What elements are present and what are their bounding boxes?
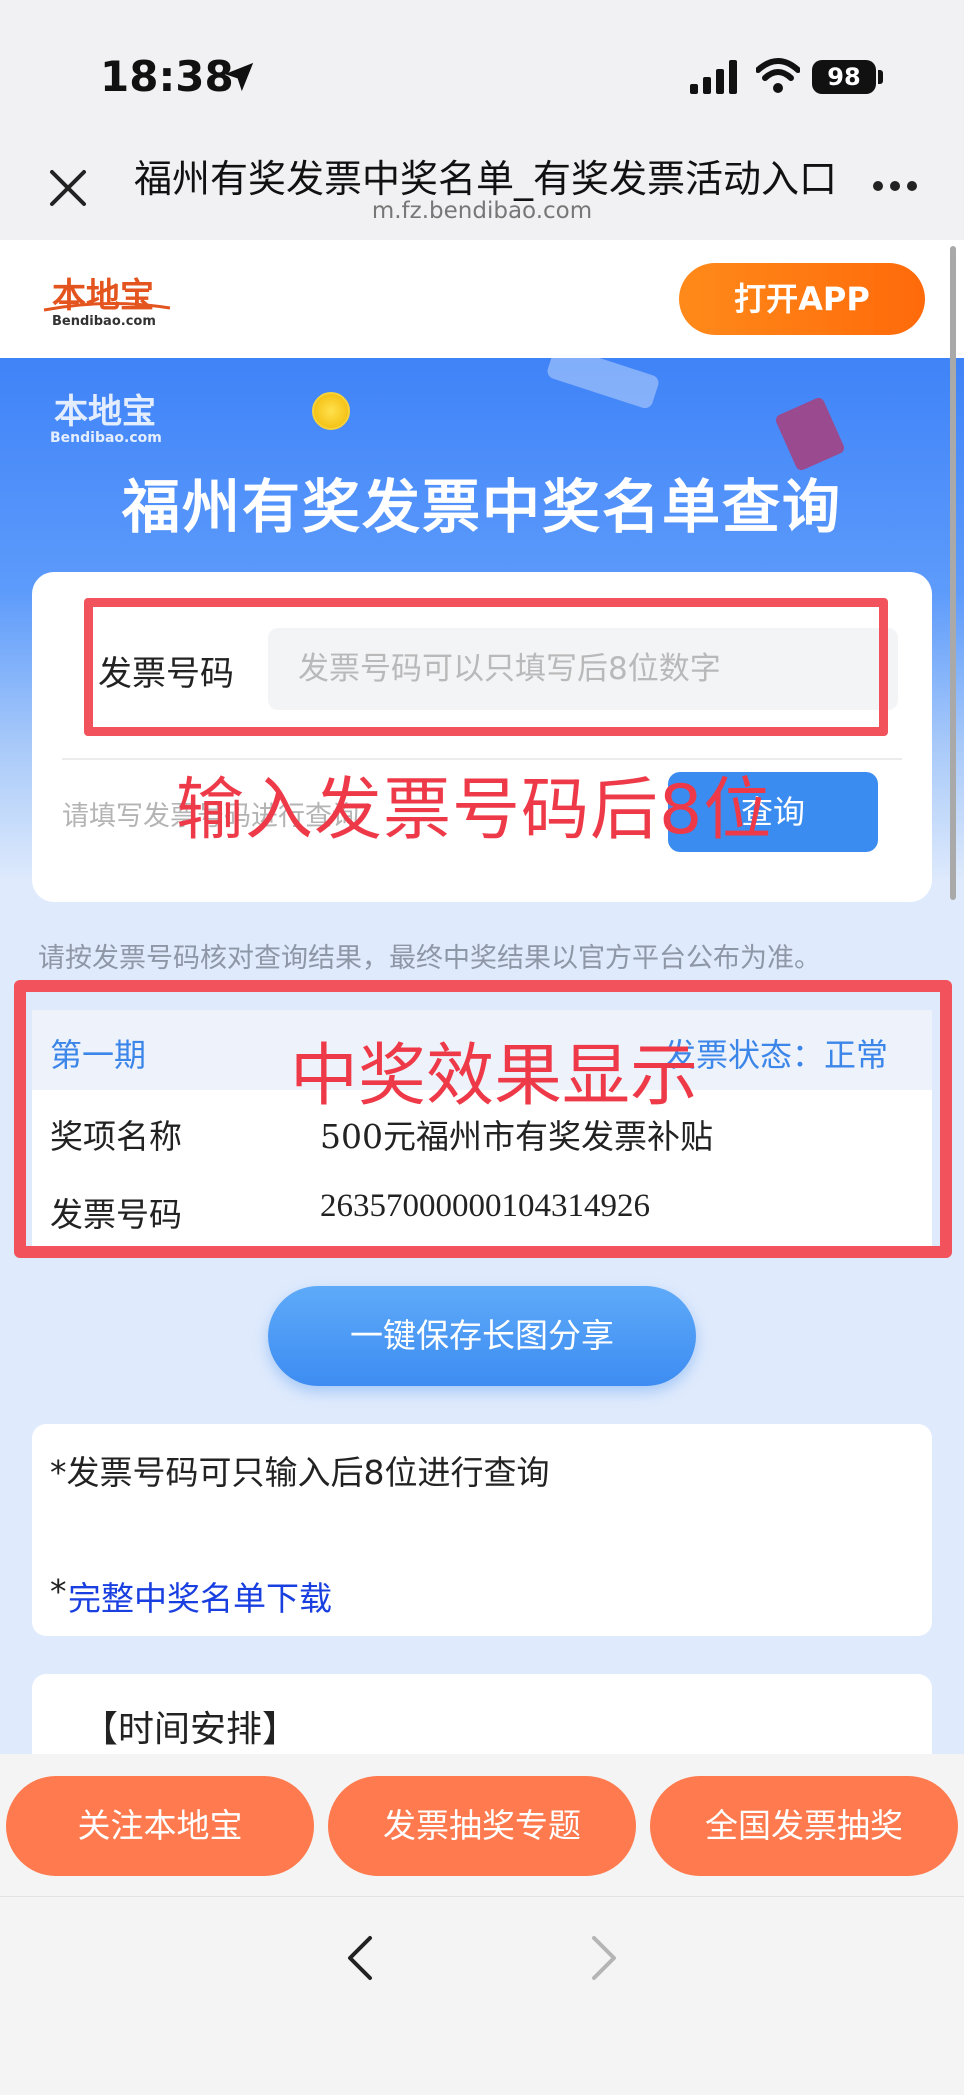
coin-icon <box>312 392 350 430</box>
open-app-button[interactable]: 打开APP <box>679 263 925 335</box>
annotation-result-text: 中奖效果显示 <box>290 1037 699 1116</box>
save-share-button[interactable]: 一键保存长图分享 <box>268 1286 696 1386</box>
time-schedule-title: 【时间安排】 <box>82 1709 299 1750</box>
follow-bendibao-button[interactable]: 关注本地宝 <box>6 1776 314 1876</box>
banner-title: 福州有奖发票中奖名单查询 <box>121 473 842 541</box>
battery-indicator: 98 <box>812 60 876 94</box>
invoice-lottery-topic-button[interactable]: 发票抽奖专题 <box>328 1776 636 1876</box>
info-line-2-prefix: * <box>50 1572 67 1611</box>
chevron-left-icon[interactable] <box>344 1934 374 1982</box>
annotation-input-text: 输入发票号码后8位 <box>176 771 773 850</box>
banner-logo-en: Bendibao.com <box>50 430 162 446</box>
scrollbar[interactable] <box>950 246 956 900</box>
national-invoice-lottery-button[interactable]: 全国发票抽奖 <box>650 1776 958 1876</box>
full-list-download-link[interactable]: 完整中奖名单下载 <box>68 1572 332 1620</box>
info-line-1: *发票号码可只输入后8位进行查询 <box>50 1453 550 1492</box>
battery-nub <box>878 70 883 84</box>
disclaimer-note: 请按发票号码核对查询结果，最终中奖结果以官方平台公布为准。 <box>38 943 821 974</box>
page-title: 福州有奖发票中奖名单_有奖发票活动入口 <box>134 157 838 201</box>
more-options-icon[interactable] <box>872 180 918 192</box>
logo-swoosh-icon <box>43 301 171 312</box>
browser-nav-bar <box>0 1896 964 2095</box>
banner-logo: 本地宝 <box>54 392 156 432</box>
status-time: 18:38 <box>100 52 234 101</box>
site-logo-en: Bendibao.com <box>52 314 156 329</box>
annotation-box-input <box>84 598 888 736</box>
wifi-icon <box>756 58 800 93</box>
location-arrow-icon <box>224 62 254 92</box>
cellular-signal-icon <box>690 60 737 94</box>
page-url: m.fz.bendibao.com <box>371 198 593 224</box>
chevron-right-icon[interactable] <box>590 1934 620 1982</box>
